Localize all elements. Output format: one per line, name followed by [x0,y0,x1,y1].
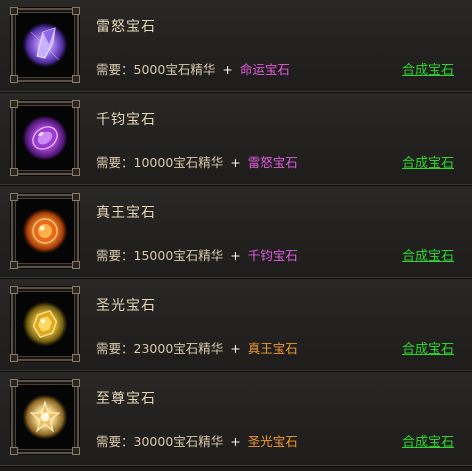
gem-row: 雷怒宝石 需要：5000宝石精华 + 命运宝石 合成宝石 [0,0,472,93]
essence-label: 宝石精华 [173,155,224,170]
essence-amount: 10000 [133,155,174,170]
essence-amount: 30000 [133,434,174,449]
gem-row: 圣光宝石 需要：23000宝石精华 + 真王宝石 合成宝石 [0,279,472,372]
essence-amount: 5000 [133,62,166,77]
gem-icon-frame [10,379,80,455]
required-gem: 真王宝石 [247,341,298,356]
essence-amount: 23000 [133,341,174,356]
golden-glow-gem-icon [23,302,67,346]
purple-crystal-gem-icon [23,23,67,67]
gem-synthesis-list: 雷怒宝石 需要：5000宝石精华 + 命运宝石 合成宝石 千钧宝石 需要：100… [0,0,472,471]
gem-icon-frame [10,7,80,83]
essence-label: 宝石精华 [173,341,224,356]
golden-star-gem-icon [23,395,67,439]
requirement-text: 需要：15000宝石精华 + 千钧宝石 [96,245,298,264]
craft-gem-link[interactable]: 合成宝石 [402,431,454,450]
required-gem: 圣光宝石 [247,434,298,449]
requirement-text: 需要：10000宝石精华 + 雷怒宝石 [96,152,298,171]
requirement-prefix: 需要： [96,341,134,356]
craft-gem-link[interactable]: 合成宝石 [402,338,454,357]
gem-name: 真王宝石 [96,205,156,221]
requirement-prefix: 需要： [96,248,134,263]
gem-name: 千钧宝石 [96,112,156,128]
essence-label: 宝石精华 [165,62,216,77]
gem-icon-frame [10,100,80,176]
requirement-prefix: 需要： [96,62,134,77]
purple-oval-gem-icon [23,116,67,160]
gem-icon-frame [10,286,80,362]
craft-gem-link[interactable]: 合成宝石 [402,59,454,78]
requirement-text: 需要：30000宝石精华 + 圣光宝石 [96,431,298,450]
plus-sign: + [222,62,233,77]
required-gem: 命运宝石 [239,62,290,77]
plus-sign: + [230,155,241,170]
plus-sign: + [230,434,241,449]
essence-amount: 15000 [133,248,174,263]
required-gem: 雷怒宝石 [247,155,298,170]
plus-sign: + [230,248,241,263]
required-gem: 千钧宝石 [247,248,298,263]
orange-fire-gem-icon [23,209,67,253]
gem-name: 雷怒宝石 [96,19,156,35]
essence-label: 宝石精华 [173,248,224,263]
requirement-prefix: 需要： [96,155,134,170]
craft-gem-link[interactable]: 合成宝石 [402,245,454,264]
gem-row: 真王宝石 需要：15000宝石精华 + 千钧宝石 合成宝石 [0,186,472,279]
craft-gem-link[interactable]: 合成宝石 [402,152,454,171]
requirement-prefix: 需要： [96,434,134,449]
plus-sign: + [230,341,241,356]
gem-row: 千钧宝石 需要：10000宝石精华 + 雷怒宝石 合成宝石 [0,93,472,186]
requirement-text: 需要：23000宝石精华 + 真王宝石 [96,338,298,357]
gem-name: 圣光宝石 [96,298,156,314]
gem-icon-frame [10,193,80,269]
gem-name: 至尊宝石 [96,391,156,407]
requirement-text: 需要：5000宝石精华 + 命运宝石 [96,59,290,78]
essence-label: 宝石精华 [173,434,224,449]
gem-row: 至尊宝石 需要：30000宝石精华 + 圣光宝石 合成宝石 [0,372,472,467]
